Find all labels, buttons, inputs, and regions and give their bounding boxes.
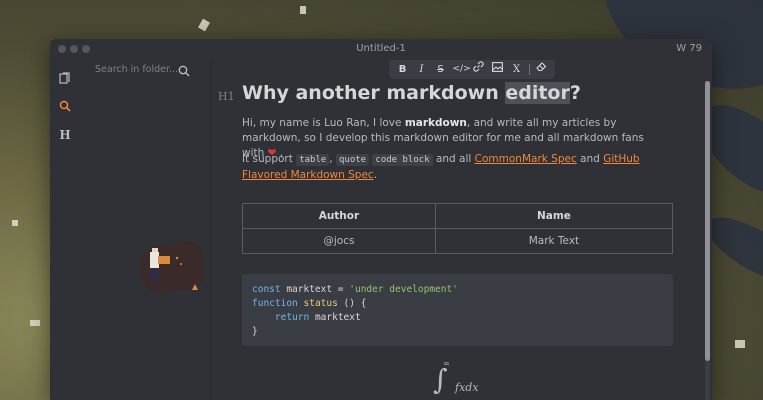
table-header-cell[interactable]: Author	[242, 203, 436, 229]
image-icon[interactable]	[491, 60, 505, 79]
editor-pane[interactable]: B I S </> X H1 Why another markdown edit…	[211, 60, 712, 400]
window-title: Untitled-1	[356, 43, 406, 54]
activity-rail: H	[50, 60, 80, 400]
paragraph-text: It support	[242, 153, 297, 165]
table-row: @jocs Mark Text	[242, 228, 674, 254]
integral-upper-limit: ∞	[443, 359, 450, 368]
title-bar[interactable]: Untitled-1 W 79	[50, 39, 712, 60]
features-paragraph[interactable]: It support table, quote code block and a…	[242, 152, 652, 183]
files-icon[interactable]	[58, 72, 72, 86]
table-cell[interactable]: Mark Text	[434, 228, 674, 254]
wallpaper-speck	[735, 340, 745, 348]
scrollbar[interactable]	[705, 81, 710, 400]
wallpaper-speck	[300, 6, 306, 14]
bold-text: markdown	[404, 117, 467, 129]
paragraph-text: ,	[329, 153, 336, 165]
word-count[interactable]: W 79	[676, 43, 702, 54]
inline-code: quote	[335, 154, 370, 166]
heading-text: Why another markdown	[242, 82, 506, 104]
code-line: const marktext = 'under development'	[252, 284, 458, 295]
table-header-row: Author Name	[242, 203, 674, 229]
selected-text: editor	[505, 82, 570, 104]
clear-math-button[interactable]: X	[510, 60, 524, 79]
strikethrough-button[interactable]: S	[434, 60, 448, 79]
heading-text-end: ?	[569, 82, 581, 104]
code-block[interactable]: const marktext = 'under development' fun…	[242, 274, 673, 346]
toc-heading-icon[interactable]: H	[58, 128, 72, 142]
search-icon[interactable]	[178, 62, 192, 77]
marktext-window: Untitled-1 W 79 H Search in folder... B …	[50, 39, 712, 400]
document-heading[interactable]: Why another markdown editor?	[242, 82, 581, 104]
wallpaper-speck	[30, 320, 40, 326]
format-toolbar: B I S </> X	[389, 60, 555, 79]
link-icon[interactable]	[472, 60, 486, 79]
paragraph-text: and all	[432, 153, 475, 165]
code-line: return marktext	[274, 312, 361, 323]
empty-search-illustration	[132, 234, 212, 304]
inline-code: table	[296, 154, 330, 166]
table-header-cell[interactable]: Name	[434, 203, 674, 229]
paragraph-text: Hi, my name is Luo Ran, I love	[242, 117, 405, 129]
paragraph-text: and	[576, 153, 604, 165]
toolbar-divider	[528, 64, 530, 75]
code-line: function status () {	[252, 298, 367, 309]
scrollbar-thumb[interactable]	[705, 81, 710, 361]
wallpaper-speck	[12, 220, 18, 226]
sidebar-search-panel: Search in folder...	[80, 60, 211, 400]
inline-code: code block	[372, 154, 433, 166]
markdown-table[interactable]: Author Name @jocs Mark Text	[242, 203, 674, 254]
eraser-icon[interactable]	[535, 60, 549, 79]
commonmark-link[interactable]: CommonMark Spec	[475, 153, 577, 165]
code-line: }	[252, 326, 258, 337]
bold-button[interactable]: B	[396, 60, 410, 79]
search-icon[interactable]	[58, 100, 72, 114]
search-input[interactable]: Search in folder...	[95, 64, 178, 75]
integrand: fxdx	[455, 381, 479, 394]
heading-level-marker[interactable]: H1	[218, 90, 235, 103]
italic-button[interactable]: I	[415, 60, 429, 79]
table-cell[interactable]: @jocs	[242, 228, 436, 254]
paragraph-text: .	[373, 169, 378, 181]
inline-code-button[interactable]: </>	[453, 60, 471, 79]
